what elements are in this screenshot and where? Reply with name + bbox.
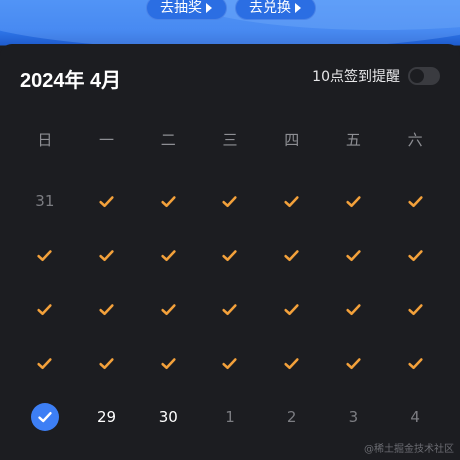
calendar-day[interactable]	[137, 174, 199, 228]
calendar-day[interactable]	[384, 174, 446, 228]
day-number: 2	[286, 408, 297, 426]
calendar-day[interactable]	[199, 174, 261, 228]
calendar-panel: 2024年 4月 10点签到提醒 日 一 二 三 四 五 六 31 29 30 1 2 3 4	[0, 44, 460, 460]
checkmark-icon	[283, 193, 300, 210]
day-number: 4	[410, 408, 420, 426]
checkmark-icon	[221, 193, 238, 210]
checkin-screen: 去抽奖 去兑换 2024年 4月 10点签到提醒 日 一 二 三 四 五 六 31 29 30 1…	[0, 0, 460, 460]
checkin-reminder: 10点签到提醒	[312, 66, 440, 86]
checkmark-icon	[345, 193, 362, 210]
day-number: 30	[158, 408, 178, 426]
go-exchange-label: 去兑换	[249, 0, 291, 16]
weekday-label: 三	[222, 131, 238, 149]
reminder-toggle[interactable]	[408, 67, 440, 85]
calendar-day[interactable]	[14, 228, 76, 282]
play-arrow-icon	[206, 3, 212, 13]
calendar-day[interactable]	[323, 228, 385, 282]
checkmark-icon	[160, 355, 177, 372]
calendar-day[interactable]	[199, 336, 261, 390]
checkmark-icon	[407, 355, 424, 372]
calendar-day[interactable]	[14, 390, 76, 444]
checkmark-icon	[36, 301, 53, 318]
checkmark-icon	[221, 247, 238, 264]
go-lottery-button[interactable]: 去抽奖	[146, 0, 227, 20]
calendar-day[interactable]	[261, 336, 323, 390]
weekday-header: 日一二三四五六	[14, 129, 446, 150]
weekday-label: 二	[160, 131, 176, 149]
checkmark-icon	[345, 301, 362, 318]
calendar-day[interactable]: 29	[76, 390, 138, 444]
calendar-day[interactable]: 1	[199, 390, 261, 444]
checkmark-icon	[36, 247, 53, 264]
checkmark-icon	[283, 301, 300, 318]
checkmark-icon	[283, 247, 300, 264]
calendar-day[interactable]	[76, 336, 138, 390]
calendar-day[interactable]	[261, 282, 323, 336]
calendar-day[interactable]: 2	[261, 390, 323, 444]
calendar-day[interactable]	[137, 336, 199, 390]
calendar-day[interactable]	[199, 228, 261, 282]
day-number: 1	[225, 408, 235, 426]
checkmark-icon	[407, 301, 424, 318]
go-exchange-button[interactable]: 去兑换	[235, 0, 316, 20]
weekday-label: 四	[284, 131, 300, 149]
calendar-day[interactable]: 4	[384, 390, 446, 444]
watermark: @稀土掘金技术社区	[364, 444, 454, 455]
calendar-day[interactable]	[261, 174, 323, 228]
checkmark-icon	[98, 301, 115, 318]
calendar-grid: 31 29 30 1 2 3 4	[14, 174, 446, 444]
weekday-label: 日	[37, 131, 53, 149]
month-title: 2024年 4月	[20, 70, 122, 92]
calendar-day[interactable]: 3	[323, 390, 385, 444]
calendar-day[interactable]: 31	[14, 174, 76, 228]
checkmark-icon	[98, 355, 115, 372]
calendar-day[interactable]	[76, 282, 138, 336]
checkmark-icon	[345, 355, 362, 372]
checkmark-icon	[221, 301, 238, 318]
calendar-day[interactable]	[323, 282, 385, 336]
checkmark-icon	[407, 193, 424, 210]
weekday-label: 一	[99, 131, 115, 149]
toggle-knob	[410, 69, 424, 83]
day-number: 29	[97, 408, 117, 426]
checkmark-icon	[283, 355, 300, 372]
calendar-day[interactable]	[384, 282, 446, 336]
today-checked-icon	[30, 403, 59, 431]
reminder-label: 10点签到提醒	[312, 69, 400, 85]
calendar-day[interactable]	[261, 228, 323, 282]
calendar-day[interactable]: 30	[137, 390, 199, 444]
calendar-day[interactable]	[76, 228, 138, 282]
play-arrow-icon	[295, 3, 301, 13]
checkmark-icon	[160, 301, 177, 318]
calendar-day[interactable]	[14, 282, 76, 336]
calendar-day[interactable]	[14, 336, 76, 390]
day-number: 31	[35, 192, 55, 210]
checkmark-icon	[345, 247, 362, 264]
checkmark-icon	[36, 355, 53, 372]
checkmark-icon	[221, 355, 238, 372]
checkmark-icon	[160, 193, 177, 210]
day-number: 3	[348, 408, 359, 426]
calendar-day[interactable]	[384, 336, 446, 390]
calendar-day[interactable]	[76, 174, 138, 228]
weekday-label: 六	[407, 131, 423, 149]
calendar-day[interactable]	[384, 228, 446, 282]
calendar-day[interactable]	[137, 228, 199, 282]
checkmark-icon	[407, 247, 424, 264]
checkmark-icon	[160, 247, 177, 264]
go-lottery-label: 去抽奖	[160, 0, 202, 16]
calendar-day[interactable]	[323, 336, 385, 390]
checkmark-icon	[98, 247, 115, 264]
calendar-day[interactable]	[199, 282, 261, 336]
checkmark-icon	[98, 193, 115, 210]
calendar-day[interactable]	[137, 282, 199, 336]
weekday-label: 五	[345, 131, 361, 149]
calendar-day[interactable]	[323, 174, 385, 228]
